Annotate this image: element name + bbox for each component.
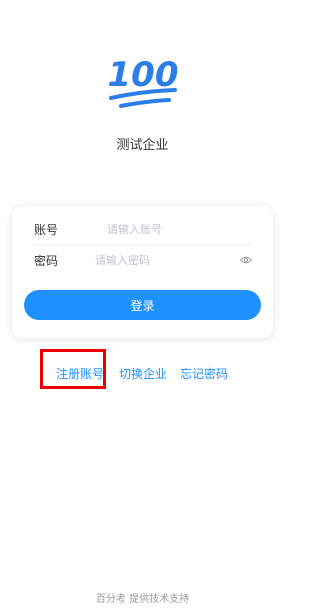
password-label: 密码 xyxy=(34,253,59,268)
auth-links: 注册账号 切换企业 忘记密码 xyxy=(0,365,285,381)
company-name: 测试企业 xyxy=(116,138,169,153)
password-input[interactable] xyxy=(95,253,240,267)
password-row: 密码 xyxy=(34,245,252,275)
forgot-password-link[interactable]: 忘记密码 xyxy=(180,365,228,382)
login-button[interactable]: 登录 xyxy=(24,290,261,320)
eye-icon[interactable] xyxy=(240,253,252,267)
account-label: 账号 xyxy=(34,222,59,237)
account-input[interactable] xyxy=(107,222,252,236)
login-card: 账号 密码 登录 xyxy=(12,206,273,338)
logo-100-icon: 100 xyxy=(103,50,183,116)
login-page: 100 测试企业 账号 密码 登录 注册账号 切换企业 忘记密码 百分考 提 xyxy=(0,0,285,613)
switch-company-link[interactable]: 切换企业 xyxy=(119,365,167,382)
footer-text: 百分考 提供技术支持 xyxy=(95,594,190,605)
account-row: 账号 xyxy=(34,214,252,245)
register-link[interactable]: 注册账号 xyxy=(56,365,104,382)
